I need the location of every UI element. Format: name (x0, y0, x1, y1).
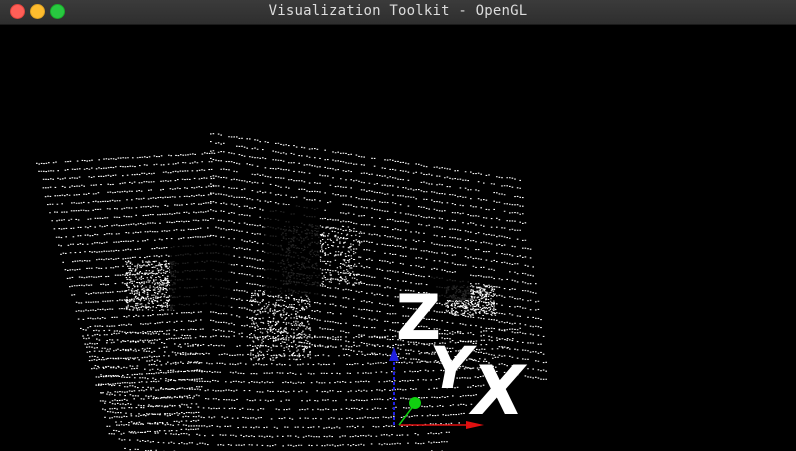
y-axis-label: Y (430, 334, 472, 402)
title-bar[interactable]: Visualization Toolkit - OpenGL (0, 0, 796, 25)
window-title: Visualization Toolkit - OpenGL (268, 3, 528, 19)
render-viewport[interactable]: Z Y X (0, 25, 796, 451)
scan-occlusion (170, 240, 230, 310)
x-axis-label: X (472, 352, 525, 431)
point-cloud-points (36, 133, 547, 451)
scan-occlusion (265, 205, 320, 295)
point-cloud (36, 133, 547, 451)
vtk-window: Visualization Toolkit - OpenGL Z Y X (0, 0, 796, 451)
y-axis-arrowhead (409, 397, 421, 409)
